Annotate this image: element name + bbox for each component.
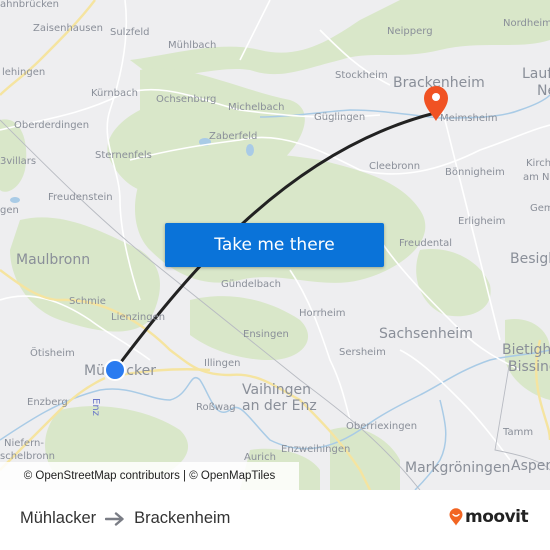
place-label-vaihingen: Vaihingen bbox=[242, 382, 311, 398]
place-label-sulzfeld: Sulzfeld bbox=[110, 27, 150, 38]
place-label-knittlingen: gen bbox=[0, 205, 19, 216]
place-label-kirchheim: Kirch bbox=[526, 158, 550, 169]
place-label-freudental: Freudental bbox=[399, 238, 453, 249]
place-label-oberriexingen: Oberriexingen bbox=[346, 421, 418, 432]
place-label-oberderdingen: Oberderdingen bbox=[14, 120, 90, 131]
place-label-oelbronn-duerrn: 3villars bbox=[0, 156, 37, 167]
place-label-freudenstein: Freudenstein bbox=[48, 192, 113, 203]
place-label-nordheim: Nordheim bbox=[503, 18, 550, 29]
place-label-oeschelbronn: schelbronn bbox=[0, 451, 56, 462]
place-label-lienzingen: Lienzingen bbox=[111, 312, 166, 323]
place-label-rosswag: Roßwag bbox=[196, 402, 236, 413]
place-label-tamm: Tamm bbox=[503, 427, 534, 438]
place-label-enzweihingen: Enzweihingen bbox=[281, 444, 351, 455]
place-label-cleebronn: Cleebronn bbox=[369, 161, 421, 172]
place-label-boennigheim: Bönnigheim bbox=[445, 167, 505, 178]
arrow-right-icon bbox=[105, 511, 125, 526]
place-label-niefern: Niefern- bbox=[4, 438, 44, 449]
place-label-lauffen2: Ne bbox=[537, 83, 550, 99]
place-label-lauffen: Lauf bbox=[522, 66, 550, 82]
place-label-horrheim: Horrheim bbox=[299, 308, 346, 319]
place-label-muehlbach: Mühlbach bbox=[168, 40, 217, 51]
place-label-vaihingen2: an der Enz bbox=[242, 398, 317, 414]
place-label-gueglingen: Güglingen bbox=[314, 112, 366, 123]
place-label-neipperg: Neipperg bbox=[387, 26, 433, 37]
place-label-kirchheim2: am N bbox=[523, 172, 550, 183]
place-label-michelbach: Michelbach bbox=[228, 102, 285, 113]
place-label-stockheim: Stockheim bbox=[335, 70, 388, 81]
moovit-logo[interactable]: moovit bbox=[449, 507, 529, 527]
origin-marker[interactable] bbox=[104, 359, 126, 381]
place-label-illingen: Illingen bbox=[204, 358, 241, 369]
moovit-pin-icon bbox=[449, 508, 463, 526]
place-label-ensingen: Ensingen bbox=[243, 329, 289, 340]
moovit-wordmark: moovit bbox=[465, 507, 529, 527]
destination-pin-icon[interactable] bbox=[422, 84, 450, 122]
map-attribution: © OpenStreetMap contributors | © OpenMap… bbox=[0, 462, 299, 490]
take-me-there-button[interactable]: Take me there bbox=[165, 223, 384, 267]
place-label-erligheim: Erligheim bbox=[458, 216, 506, 227]
place-label-kuernbach: Kürnbach bbox=[91, 88, 138, 99]
place-label-oetisheim: Ötisheim bbox=[30, 348, 75, 359]
place-label-guendelbach: Gündelbach bbox=[221, 279, 282, 290]
place-label-markgroeningen: Markgröningen bbox=[405, 460, 511, 476]
place-label-enzberg: Enzberg bbox=[27, 397, 68, 408]
place-label-bietigheim: Bietigh bbox=[502, 342, 550, 358]
place-label-asperg: Asper bbox=[511, 458, 550, 474]
place-label-sersheim: Sersheim bbox=[339, 347, 386, 358]
place-label-flehingen: lehingen bbox=[2, 67, 46, 78]
map-view[interactable]: ahnbrücken Zaisenhausen Sulzfeld Mühlbach le… bbox=[0, 0, 550, 490]
place-label-sternenfels: Sternenfels bbox=[95, 150, 152, 161]
footer-bar: Mühlacker Brackenheim moovit bbox=[0, 490, 550, 550]
place-label-ochsenburg: Ochsenburg bbox=[156, 94, 217, 105]
origin-name: Mühlacker bbox=[20, 509, 97, 527]
place-label-bissingen: Bissing bbox=[508, 359, 550, 375]
place-label-zaisenhausen: Zaisenhausen bbox=[33, 23, 103, 34]
route-summary: Mühlacker Brackenheim bbox=[20, 509, 230, 528]
place-label-zaberfeld: Zaberfeld bbox=[209, 131, 258, 142]
place-label-gemmrigheim: Gem bbox=[530, 203, 550, 214]
destination-name: Brackenheim bbox=[134, 509, 231, 527]
river-label-enz: Enz bbox=[90, 398, 101, 416]
place-label-besigheim: Besigh bbox=[510, 251, 550, 267]
place-label-schmie: Schmie bbox=[69, 296, 106, 307]
place-label-bahnbrücken: ahnbrücken bbox=[0, 0, 60, 10]
place-label-maulbronn: Maulbronn bbox=[16, 252, 91, 268]
place-label-sachsenheim: Sachsenheim bbox=[379, 326, 473, 342]
